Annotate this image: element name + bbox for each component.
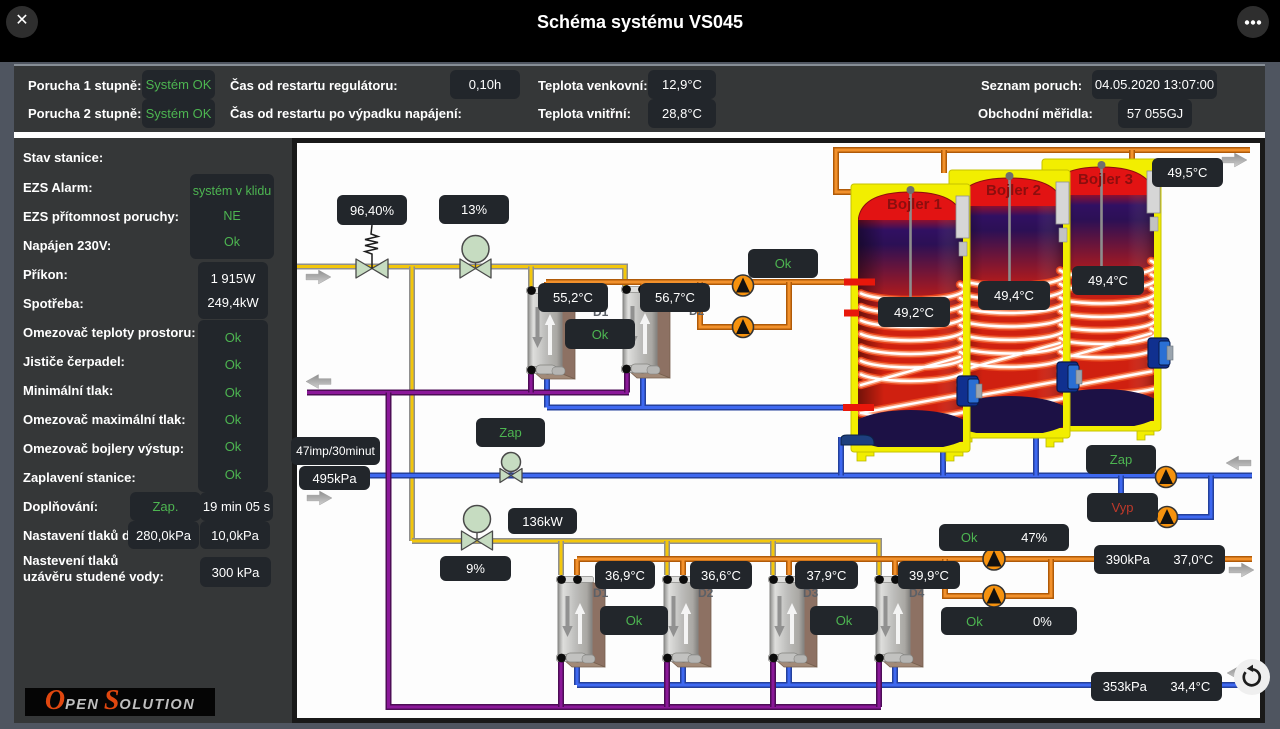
svg-text:Bojler 2: Bojler 2 — [986, 182, 1041, 199]
svg-text:Bojler 3: Bojler 3 — [1078, 171, 1133, 188]
svg-text:Bojler 1: Bojler 1 — [887, 196, 942, 213]
